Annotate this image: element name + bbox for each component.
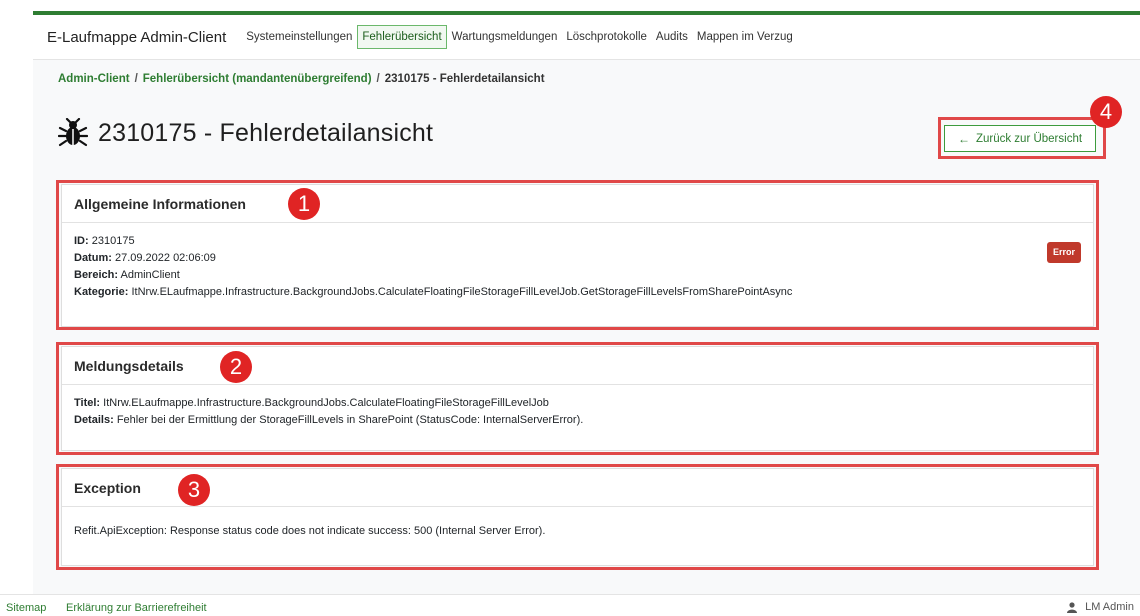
field-area: Bereich: AdminClient <box>74 267 1081 284</box>
breadcrumb-separator: / <box>376 73 380 85</box>
app-brand[interactable]: E-Laufmappe Admin-Client <box>47 29 226 46</box>
field-details: Details: Fehler bei der Ermittlung der S… <box>74 412 1081 429</box>
breadcrumb-admin-client[interactable]: Admin-Client <box>58 73 130 85</box>
field-id: ID: 2310175 <box>74 233 1081 250</box>
exception-body: Refit.ApiException: Response status code… <box>62 507 1093 550</box>
arrow-left-icon: ← <box>957 131 970 146</box>
breadcrumb: Admin-Client / Fehlerübersicht (mandantenü… <box>58 73 545 85</box>
footer-link-barrierefreiheit[interactable]: Erklärung zur Barrierefreiheit <box>66 602 207 614</box>
status-badge: Error <box>1046 242 1081 263</box>
field-category: Kategorie: ItNrw.ELaufmappe.Infrastructu… <box>74 284 1081 301</box>
field-label: Titel: <box>74 397 101 409</box>
annotation-marker-4: 4 <box>1090 96 1122 128</box>
field-label: Bereich: <box>74 269 119 281</box>
annotation-marker-1: 1 <box>288 188 320 220</box>
general-info-header: Allgemeine Informationen <box>62 185 1093 223</box>
nav-item-audits[interactable]: Audits <box>652 26 692 48</box>
nav-item-systemeinstellungen[interactable]: Systemeinstellungen <box>242 26 356 48</box>
exception-header: Exception <box>62 469 1093 507</box>
field-value: 2310175 <box>91 235 135 247</box>
back-button-label: Zurück zur Übersicht <box>975 132 1083 145</box>
field-value: 27.09.2022 02:06:09 <box>114 252 216 264</box>
nav-item-loeschprotokolle[interactable]: Löschprotokolle <box>562 26 651 48</box>
main-navbar: E-Laufmappe Admin-Client Systemeinstellu… <box>33 15 1140 60</box>
field-label: ID: <box>74 235 89 247</box>
field-label: Kategorie: <box>74 286 129 298</box>
field-value: Fehler bei der Ermittlung der StorageFil… <box>116 414 584 426</box>
page-title-row: 2310175 - Fehlerdetailansicht <box>58 118 433 148</box>
message-details-body: Titel: ItNrw.ELaufmappe.Infrastructure.B… <box>62 385 1093 439</box>
field-label: Datum: <box>74 252 112 264</box>
user-icon <box>1067 601 1078 613</box>
exception-card: Exception Refit.ApiException: Response s… <box>61 468 1094 566</box>
annotation-marker-2: 2 <box>220 351 252 383</box>
nav-item-mappen-im-verzug[interactable]: Mappen im Verzug <box>693 26 797 48</box>
page-footer: Sitemap Erklärung zur Barrierefreiheit L… <box>0 594 1140 616</box>
field-title: Titel: ItNrw.ELaufmappe.Infrastructure.B… <box>74 395 1081 412</box>
annotation-marker-3: 3 <box>178 474 210 506</box>
message-details-header: Meldungsdetails <box>62 347 1093 385</box>
field-value: ItNrw.ELaufmappe.Infrastructure.Backgrou… <box>131 286 793 298</box>
nav-item-fehleruebersicht[interactable]: Fehlerübersicht <box>357 25 447 49</box>
field-label: Details: <box>74 414 114 426</box>
footer-user[interactable]: LM Admin <box>1067 601 1134 613</box>
page-title: 2310175 - Fehlerdetailansicht <box>98 118 434 147</box>
message-details-card: Meldungsdetails Titel: ItNrw.ELaufmappe.… <box>61 346 1094 451</box>
footer-link-sitemap[interactable]: Sitemap <box>6 602 46 614</box>
general-info-body: Error ID: 2310175 Datum: 27.09.2022 02:0… <box>62 223 1093 311</box>
nav-item-wartungsmeldungen[interactable]: Wartungsmeldungen <box>448 26 562 48</box>
footer-user-name: LM Admin <box>1085 601 1134 613</box>
breadcrumb-current: 2310175 - Fehlerdetailansicht <box>384 73 545 85</box>
field-date: Datum: 27.09.2022 02:06:09 <box>74 250 1081 267</box>
back-to-overview-button[interactable]: ← Zurück zur Übersicht <box>944 125 1096 152</box>
general-info-card: Allgemeine Informationen Error ID: 23101… <box>61 184 1094 327</box>
field-value: AdminClient <box>120 269 180 281</box>
exception-text: Refit.ApiException: Response status code… <box>74 525 546 537</box>
breadcrumb-separator: / <box>134 73 138 85</box>
breadcrumb-fehleruebersicht[interactable]: Fehlerübersicht (mandantenübergreifend) <box>143 73 372 85</box>
bug-icon <box>58 118 88 147</box>
field-value: ItNrw.ELaufmappe.Infrastructure.Backgrou… <box>103 397 549 409</box>
